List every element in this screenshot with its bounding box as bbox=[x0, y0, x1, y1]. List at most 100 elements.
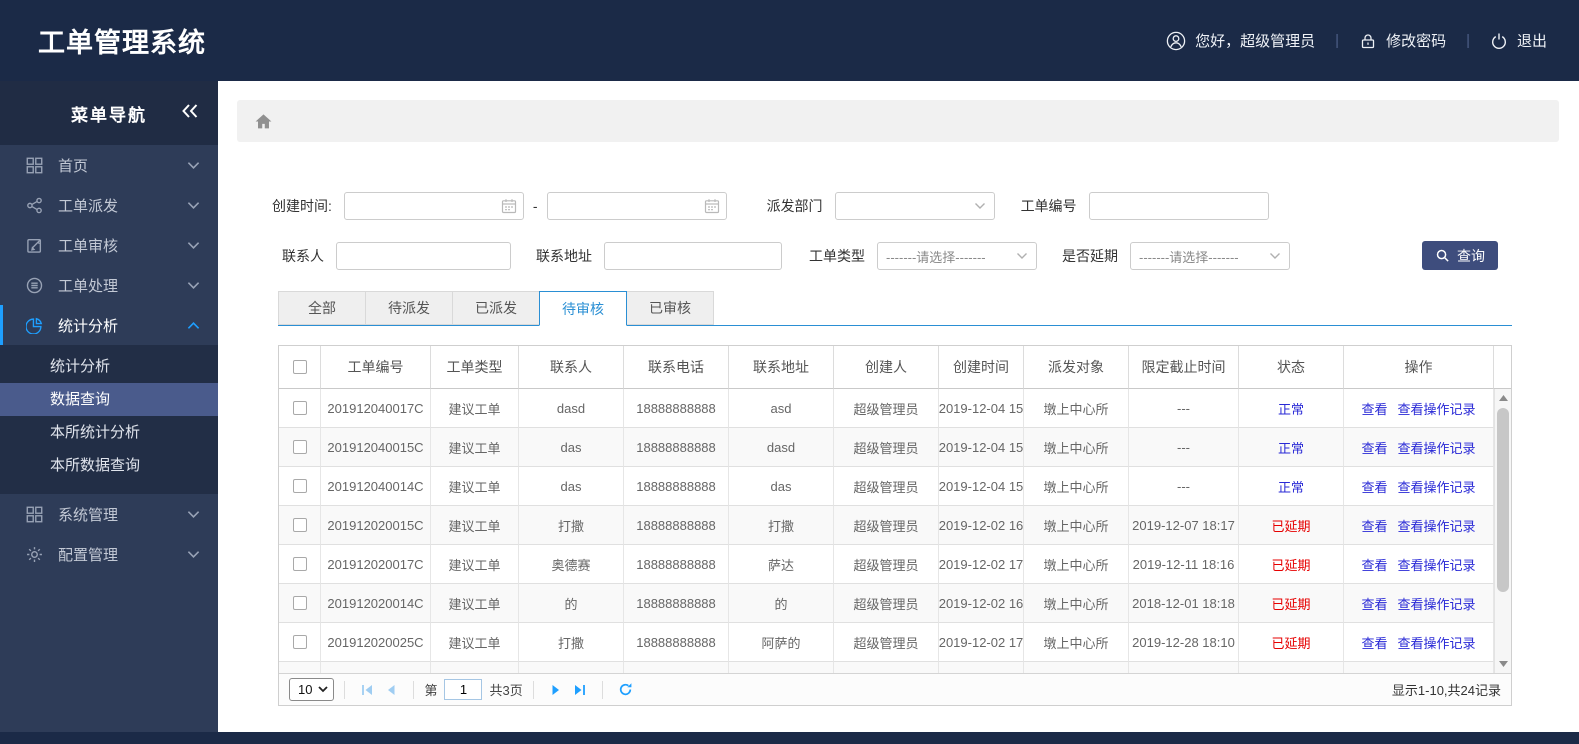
calendar-icon[interactable] bbox=[704, 198, 720, 214]
cell-dispatch_to: 墩上中心所 bbox=[1024, 584, 1129, 623]
cell-phone: 18888888888 bbox=[624, 467, 729, 506]
change-password-button[interactable]: 修改密码 bbox=[1359, 30, 1446, 51]
sidebar-item-label: 工单处理 bbox=[58, 277, 119, 295]
contact-address-input[interactable] bbox=[605, 243, 781, 269]
sidebar-subitem-data-query[interactable]: 数据查询 bbox=[0, 383, 218, 416]
sidebar-subitem-stats-analysis[interactable]: 统计分析 bbox=[0, 350, 218, 383]
order-no-input[interactable] bbox=[1089, 193, 1268, 219]
row-select-cell bbox=[279, 467, 321, 506]
sidebar-subitem-local-stats-analysis[interactable]: 本所统计分析 bbox=[0, 416, 218, 449]
topbar-separator: | bbox=[1335, 32, 1340, 49]
last-page-button[interactable] bbox=[573, 683, 587, 697]
row-checkbox[interactable] bbox=[292, 440, 307, 454]
view-link[interactable]: 查看 bbox=[1361, 633, 1387, 652]
cell-order_type: 建议工单 bbox=[431, 467, 519, 506]
empty-cell bbox=[519, 662, 624, 673]
view-log-link[interactable]: 查看操作记录 bbox=[1398, 633, 1476, 652]
order-type-select[interactable]: -------请选择------- bbox=[877, 242, 1037, 270]
contact-input[interactable] bbox=[337, 243, 510, 269]
view-log-link[interactable]: 查看操作记录 bbox=[1398, 477, 1476, 496]
prev-page-button[interactable] bbox=[384, 683, 398, 697]
create-time-from-field[interactable] bbox=[343, 192, 524, 220]
view-log-link[interactable]: 查看操作记录 bbox=[1398, 516, 1476, 535]
row-checkbox[interactable] bbox=[292, 401, 307, 415]
cell-address: 阿萨的 bbox=[729, 623, 834, 662]
dispatch-dept-select[interactable] bbox=[834, 192, 995, 220]
row-checkbox[interactable] bbox=[292, 518, 307, 532]
sidebar-item-system[interactable]: 系统管理 bbox=[0, 494, 218, 534]
user-greeting[interactable]: 您好，超级管理员 bbox=[1166, 30, 1315, 51]
page-size-select[interactable]: 10 bbox=[289, 678, 335, 701]
view-link[interactable]: 查看 bbox=[1361, 555, 1387, 574]
next-page-button[interactable] bbox=[549, 683, 563, 697]
cell-order_no: 201912040017C bbox=[321, 389, 431, 428]
status-badge: 正常 bbox=[1239, 389, 1344, 428]
cell-dispatch_to: 墩上中心所 bbox=[1024, 545, 1129, 584]
row-checkbox[interactable] bbox=[292, 596, 307, 610]
cell-dispatch_to: 墩上中心所 bbox=[1024, 467, 1129, 506]
is-delayed-label: 是否延期 bbox=[1062, 248, 1118, 264]
home-icon[interactable] bbox=[254, 112, 273, 131]
cell-order_no: 201912020025C bbox=[321, 623, 431, 662]
scrollbar-thumb[interactable] bbox=[1497, 408, 1509, 592]
sidebar-item-process[interactable]: 工单处理 bbox=[0, 265, 218, 305]
logout-button[interactable]: 退出 bbox=[1490, 30, 1547, 51]
sidebar: 菜单导航 首页 工单派发 工单审核 工单处理 统计分析 统计分析 数据查询 本所统计分析 本所数… bbox=[0, 81, 218, 732]
tab-已审核[interactable]: 已审核 bbox=[626, 291, 714, 325]
row-select-cell bbox=[279, 389, 321, 428]
calendar-icon[interactable] bbox=[501, 198, 517, 214]
order-no-field[interactable] bbox=[1088, 192, 1269, 220]
create-time-label: 创建时间: bbox=[272, 198, 332, 214]
row-checkbox[interactable] bbox=[292, 635, 307, 649]
sidebar-submenu: 统计分析 数据查询 本所统计分析 本所数据查询 bbox=[0, 345, 218, 494]
row-checkbox[interactable] bbox=[292, 479, 307, 493]
pie-chart-icon bbox=[26, 316, 44, 334]
refresh-icon[interactable] bbox=[618, 682, 633, 697]
create-time-to-input[interactable] bbox=[547, 193, 726, 219]
scroll-down-icon[interactable] bbox=[1495, 656, 1511, 672]
view-link[interactable]: 查看 bbox=[1361, 399, 1387, 418]
contact-label: 联系人 bbox=[282, 248, 324, 264]
view-link[interactable]: 查看 bbox=[1361, 438, 1387, 457]
tab-已派发[interactable]: 已派发 bbox=[452, 291, 540, 325]
sidebar-item-review[interactable]: 工单审核 bbox=[0, 225, 218, 265]
row-checkbox[interactable] bbox=[292, 557, 307, 571]
view-log-link[interactable]: 查看操作记录 bbox=[1398, 399, 1476, 418]
view-log-link[interactable]: 查看操作记录 bbox=[1398, 555, 1476, 574]
row-select-cell bbox=[279, 428, 321, 467]
empty-cell bbox=[834, 662, 939, 673]
is-delayed-select[interactable]: -------请选择------- bbox=[1130, 242, 1290, 270]
sidebar-item-label: 系统管理 bbox=[58, 506, 119, 524]
sidebar-item-dispatch[interactable]: 工单派发 bbox=[0, 185, 218, 225]
view-log-link[interactable]: 查看操作记录 bbox=[1398, 594, 1476, 613]
tab-待派发[interactable]: 待派发 bbox=[365, 291, 453, 325]
view-log-link[interactable]: 查看操作记录 bbox=[1398, 438, 1476, 457]
stack-icon bbox=[26, 276, 44, 294]
tab-全部[interactable]: 全部 bbox=[278, 291, 366, 325]
tab-待审核[interactable]: 待审核 bbox=[539, 291, 627, 326]
app-title: 工单管理系统 bbox=[38, 28, 206, 58]
page-number-input[interactable] bbox=[444, 679, 483, 700]
double-chevron-left-icon[interactable] bbox=[180, 103, 200, 119]
contact-field[interactable] bbox=[336, 242, 511, 270]
page-prefix: 第 bbox=[424, 683, 438, 698]
view-link[interactable]: 查看 bbox=[1361, 516, 1387, 535]
vertical-scrollbar[interactable] bbox=[1494, 389, 1511, 673]
contact-address-field[interactable] bbox=[604, 242, 782, 270]
search-button[interactable]: 查询 bbox=[1422, 241, 1498, 270]
create-time-to-field[interactable] bbox=[546, 192, 727, 220]
view-link[interactable]: 查看 bbox=[1361, 477, 1387, 496]
cell-phone: 18888888888 bbox=[624, 506, 729, 545]
sidebar-subitem-local-data-query[interactable]: 本所数据查询 bbox=[0, 449, 218, 482]
cell-address: dasd bbox=[729, 428, 834, 467]
create-time-from-input[interactable] bbox=[344, 193, 523, 219]
select-all-checkbox[interactable] bbox=[292, 360, 307, 374]
chevron-down-icon bbox=[1269, 252, 1281, 260]
sidebar-item-home[interactable]: 首页 bbox=[0, 145, 218, 185]
sidebar-item-config[interactable]: 配置管理 bbox=[0, 534, 218, 574]
sidebar-item-stats[interactable]: 统计分析 bbox=[0, 305, 218, 345]
first-page-button[interactable] bbox=[360, 683, 374, 697]
view-link[interactable]: 查看 bbox=[1361, 594, 1387, 613]
table-body: 201912040017C 建议工单 dasd 18888888888 asd 超级管理员… bbox=[279, 389, 1511, 673]
scroll-up-icon[interactable] bbox=[1495, 390, 1511, 406]
